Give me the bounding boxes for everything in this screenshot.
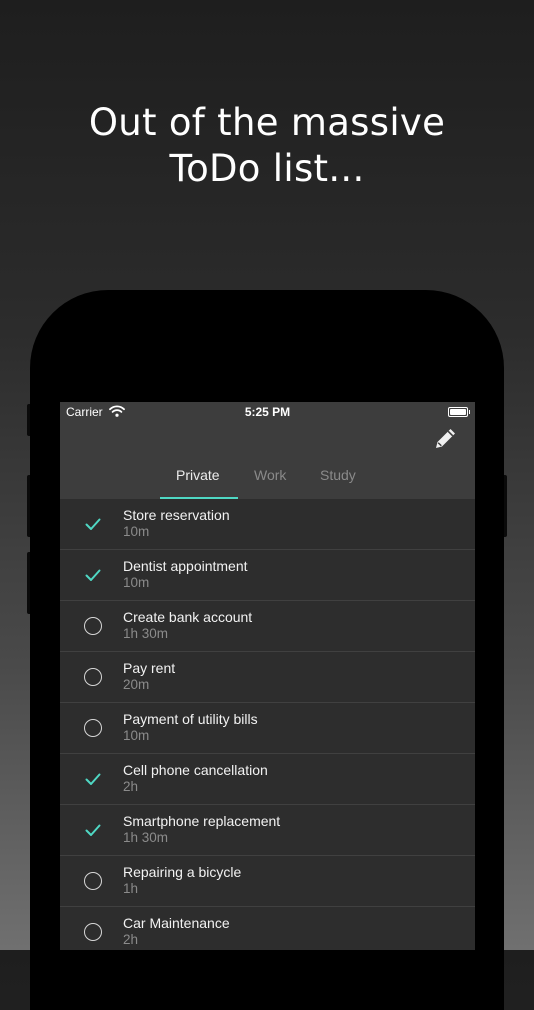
task-row[interactable]: Smartphone replacement 1h 30m <box>60 805 475 856</box>
task-title: Create bank account <box>123 609 253 625</box>
task-duration: 20m <box>123 677 150 692</box>
checkmark-icon[interactable] <box>84 566 102 584</box>
task-title: Dentist appointment <box>123 558 248 574</box>
headline-line-2: ToDo list... <box>169 147 365 190</box>
empty-circle-icon[interactable] <box>84 923 102 941</box>
task-title: Pay rent <box>123 660 176 676</box>
task-row[interactable]: Store reservation 10m <box>60 499 475 550</box>
task-title: Smartphone replacement <box>123 813 281 829</box>
task-duration: 1h 30m <box>123 830 169 845</box>
task-duration: 1h 30m <box>123 626 169 641</box>
tab-work[interactable]: Work <box>254 467 286 483</box>
checkmark-icon[interactable] <box>84 515 102 533</box>
task-row[interactable]: Repairing a bicycle 1h <box>60 856 475 907</box>
task-duration: 10m <box>123 728 150 743</box>
task-title: Cell phone cancellation <box>123 762 268 778</box>
battery-icon <box>448 407 470 417</box>
task-title: Car Maintenance <box>123 915 230 931</box>
checkmark-icon[interactable] <box>84 821 102 839</box>
task-row[interactable]: Create bank account 1h 30m <box>60 601 475 652</box>
task-row[interactable]: Cell phone cancellation 2h <box>60 754 475 805</box>
task-duration: 2h <box>123 932 139 947</box>
task-row[interactable]: Pay rent 20m <box>60 652 475 703</box>
task-duration: 2h <box>123 779 139 794</box>
headline-line-1: Out of the massive <box>88 101 446 144</box>
task-row[interactable]: Car Maintenance 2h <box>60 907 475 950</box>
tab-study[interactable]: Study <box>320 467 356 483</box>
app-screen: Carrier 5:25 PM Private Work Study Store… <box>60 402 475 950</box>
tab-bar: Private Work Study <box>60 462 475 499</box>
empty-circle-icon[interactable] <box>84 872 102 890</box>
status-bar: Carrier 5:25 PM <box>60 402 475 422</box>
task-duration: 1h <box>123 881 139 896</box>
tab-private[interactable]: Private <box>176 467 220 483</box>
task-row[interactable]: Payment of utility bills 10m <box>60 703 475 754</box>
app-header: Carrier 5:25 PM Private Work Study <box>60 402 475 499</box>
task-title: Payment of utility bills <box>123 711 258 727</box>
checkmark-icon[interactable] <box>84 770 102 788</box>
empty-circle-icon[interactable] <box>84 668 102 686</box>
empty-circle-icon[interactable] <box>84 617 102 635</box>
task-title: Repairing a bicycle <box>123 864 242 880</box>
marketing-headline: Out of the massive ToDo list... <box>0 100 534 192</box>
pencil-icon <box>436 429 455 448</box>
task-duration: 10m <box>123 524 150 539</box>
status-time: 5:25 PM <box>244 405 291 419</box>
task-title: Store reservation <box>123 507 230 523</box>
task-duration: 10m <box>123 575 150 590</box>
edit-button[interactable] <box>432 424 460 452</box>
task-row[interactable]: Dentist appointment 10m <box>60 550 475 601</box>
task-list: Store reservation 10m Dentist appointmen… <box>60 499 475 950</box>
empty-circle-icon[interactable] <box>84 719 102 737</box>
